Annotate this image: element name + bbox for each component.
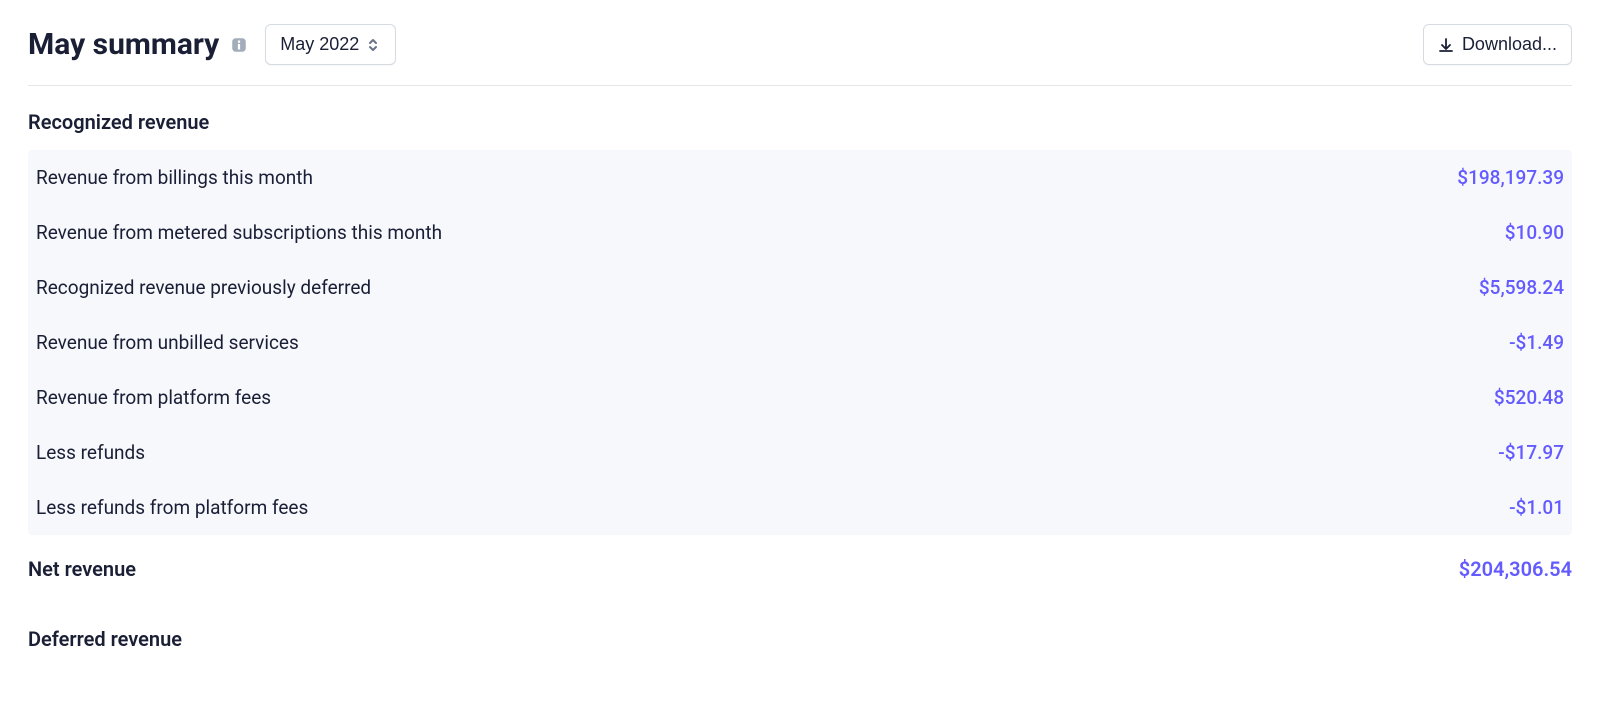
net-revenue-label: Net revenue xyxy=(28,557,136,581)
row-value[interactable]: -$1.01 xyxy=(1509,496,1564,519)
row-label: Revenue from metered subscriptions this … xyxy=(36,221,442,244)
deferred-revenue-heading: Deferred revenue xyxy=(28,627,1572,651)
row-value[interactable]: -$1.49 xyxy=(1509,331,1564,354)
row-label: Less refunds xyxy=(36,441,145,464)
table-row: Revenue from platform fees $520.48 xyxy=(28,370,1572,425)
table-row: Revenue from metered subscriptions this … xyxy=(28,205,1572,260)
row-label: Revenue from unbilled services xyxy=(36,331,299,354)
download-icon xyxy=(1438,37,1454,53)
row-value[interactable]: $198,197.39 xyxy=(1457,166,1564,189)
page-title-text: May summary xyxy=(28,27,219,62)
row-label: Revenue from platform fees xyxy=(36,386,271,409)
summary-header: May summary May 2022 Download... xyxy=(28,24,1572,86)
row-value[interactable]: $520.48 xyxy=(1494,386,1564,409)
chevron-up-down-icon xyxy=(367,37,381,53)
month-selector-label: May 2022 xyxy=(280,34,359,55)
recognized-revenue-heading: Recognized revenue xyxy=(28,110,1572,134)
header-left: May summary May 2022 xyxy=(28,24,396,65)
row-value[interactable]: $10.90 xyxy=(1505,221,1564,244)
net-revenue-row: Net revenue $204,306.54 xyxy=(28,541,1572,597)
month-selector[interactable]: May 2022 xyxy=(265,24,396,65)
row-value[interactable]: -$17.97 xyxy=(1498,441,1564,464)
row-label: Revenue from billings this month xyxy=(36,166,313,189)
table-row: Less refunds from platform fees -$1.01 xyxy=(28,480,1572,535)
table-row: Revenue from billings this month $198,19… xyxy=(28,150,1572,205)
table-row: Revenue from unbilled services -$1.49 xyxy=(28,315,1572,370)
info-icon[interactable] xyxy=(229,35,249,55)
table-row: Recognized revenue previously deferred $… xyxy=(28,260,1572,315)
row-label: Recognized revenue previously deferred xyxy=(36,276,371,299)
download-button[interactable]: Download... xyxy=(1423,24,1572,65)
table-row: Less refunds -$17.97 xyxy=(28,425,1572,480)
row-value[interactable]: $5,598.24 xyxy=(1479,276,1564,299)
page-title: May summary xyxy=(28,27,249,62)
net-revenue-value[interactable]: $204,306.54 xyxy=(1459,557,1572,581)
row-label: Less refunds from platform fees xyxy=(36,496,308,519)
recognized-revenue-rows: Revenue from billings this month $198,19… xyxy=(28,150,1572,535)
download-label: Download... xyxy=(1462,34,1557,55)
